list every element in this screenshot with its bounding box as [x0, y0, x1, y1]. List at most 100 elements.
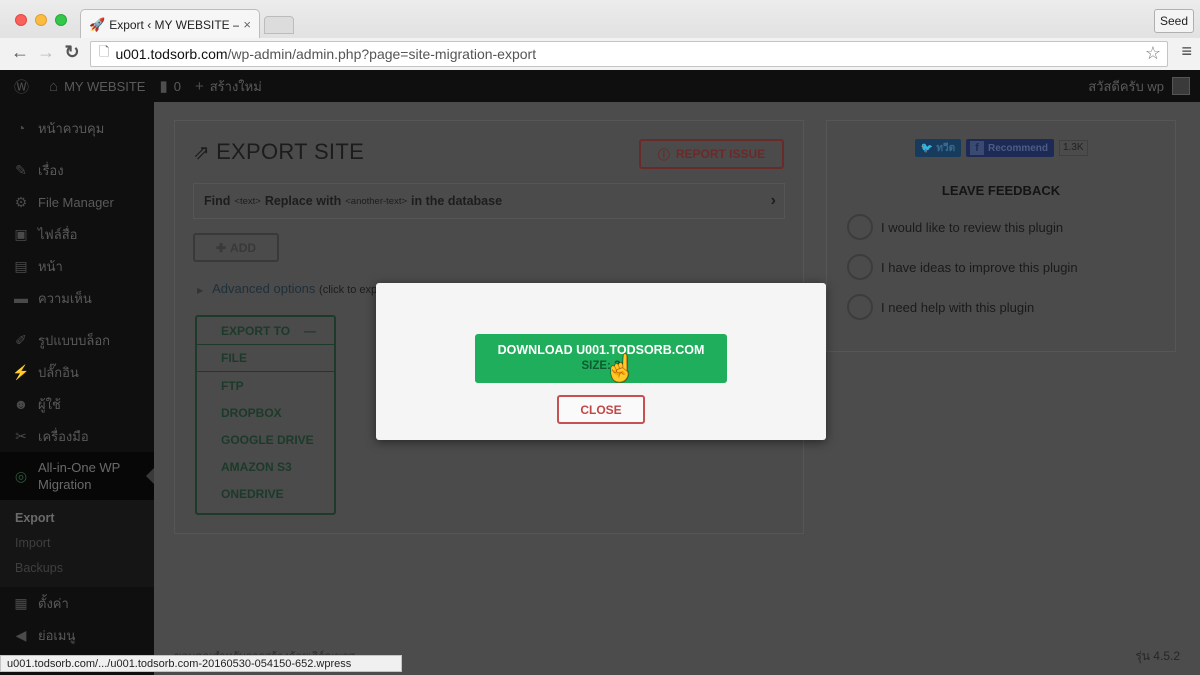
recommend-count: 1.3K [1059, 140, 1088, 156]
download-size: SIZE: 3 [581, 360, 621, 372]
site-name-link[interactable]: ⌂ MY WEBSITE [49, 78, 145, 95]
report-issue-button[interactable]: ⓘ REPORT ISSUE [639, 139, 784, 169]
download-button[interactable]: DOWNLOAD U001.TODSORB.COM SIZE: 3 [475, 334, 727, 383]
wordpress-icon: Ⓦ [14, 78, 30, 96]
rocket-icon: 🚀 [89, 16, 106, 32]
sidebar-item-pages[interactable]: ▤ หน้า [0, 250, 154, 282]
report-issue-label: REPORT ISSUE [675, 147, 766, 161]
sidebar-label: ไฟล์สื่อ [38, 226, 78, 242]
sidebar-label: ผู้ใช้ [38, 396, 61, 412]
profile-button[interactable]: Seed [1154, 9, 1194, 33]
sidebar-item-dashboard[interactable]: ◔ หน้าควบคุม [0, 112, 154, 144]
facebook-recommend-button[interactable]: f Recommend [966, 139, 1054, 157]
radio-button[interactable] [847, 214, 873, 240]
export-to-label: EXPORT TO [221, 323, 291, 338]
close-button[interactable]: CLOSE [557, 395, 645, 424]
tab-close-icon[interactable]: × [243, 17, 251, 32]
submenu-backups[interactable]: Backups [0, 556, 154, 581]
sidebar-label: หน้า [38, 258, 63, 274]
export-to-header[interactable]: EXPORT TO — [197, 317, 334, 345]
sidebar-item-users[interactable]: ☻ ผู้ใช้ [0, 388, 154, 420]
feedback-option-label: I have ideas to improve this plugin [881, 259, 1078, 275]
submenu-import[interactable]: Import [0, 531, 154, 556]
facebook-icon: f [970, 141, 984, 155]
collapse-icon: ◀ [15, 626, 27, 643]
new-tab-button[interactable] [264, 16, 294, 34]
pin-icon: ✎ [15, 161, 27, 178]
address-bar[interactable]: 🗋 u001.todsorb.com/wp-admin/admin.php?pa… [90, 41, 1168, 67]
new-content-link[interactable]: + สร้างใหม่ [195, 76, 262, 97]
sidebar-submenu: Export Import Backups [0, 500, 154, 587]
export-option-google-drive[interactable]: GOOGLE DRIVE [197, 426, 334, 453]
back-icon[interactable]: ← [10, 42, 30, 63]
feedback-panel: 🐦 ทวีต f Recommend 1.3K LEAVE FEEDBACK I w… [826, 120, 1176, 352]
export-to-dropdown: EXPORT TO — FILE FTP DROPBOX GOOGLE DRIVE… [195, 315, 336, 515]
sidebar-label: File Manager [38, 194, 114, 210]
sidebar-label: ปลั๊กอิน [38, 364, 79, 380]
feedback-option-help[interactable]: I need help with this plugin [847, 294, 1034, 320]
bookmark-star-icon[interactable]: ☆ [1145, 43, 1161, 64]
sidebar-item-collapse[interactable]: ◀ ย่อเมนู [0, 619, 154, 651]
close-window-button[interactable] [15, 14, 27, 26]
media-icon: ▣ [14, 225, 28, 242]
sidebar-label: ตั้งค่า [38, 595, 69, 611]
recommend-label: Recommend [988, 142, 1049, 154]
chevron-right-icon: › [770, 192, 776, 209]
sidebar-item-comments[interactable]: ▬ ความเห็น [0, 282, 154, 314]
find-replace-row[interactable]: Find <text> Replace with <another-text> … [193, 183, 785, 219]
page-title: ⇗ EXPORT SITE [193, 139, 364, 165]
reload-icon[interactable]: ↻ [62, 42, 82, 63]
export-option-onedrive[interactable]: ONEDRIVE [197, 480, 334, 507]
sidebar-item-media[interactable]: ▣ ไฟล์สื่อ [0, 218, 154, 250]
user-menu[interactable]: สวัสดีครับ wp [1088, 76, 1190, 97]
gear-icon: ⚙ [14, 193, 28, 210]
maximize-window-button[interactable] [55, 14, 67, 26]
browser-tab[interactable]: 🚀 Export ‹ MY WEBSITE — × [80, 9, 260, 39]
advanced-options-label: Advanced options [212, 281, 316, 296]
minimize-window-button[interactable] [35, 14, 47, 26]
replace-placeholder: <another-text> [345, 195, 408, 207]
sidebar-item-tools[interactable]: ✂ เครื่องมือ [0, 420, 154, 452]
sidebar-item-appearance[interactable]: ✐ รูปแบบบล็อก [0, 324, 154, 356]
alert-icon: ⓘ [657, 147, 670, 162]
feedback-title: LEAVE FEEDBACK [941, 183, 1061, 198]
sidebar-item-file-manager[interactable]: ⚙ File Manager [0, 186, 154, 218]
find-placeholder: <text> [234, 195, 261, 207]
footer-version: รุ่น 4.5.2 [1135, 649, 1180, 663]
add-button[interactable]: ✚ ADD [193, 233, 279, 262]
forward-icon[interactable]: → [36, 42, 56, 63]
plugin-icon: ⚡ [12, 363, 30, 380]
wp-admin-bar: Ⓦ ⌂ MY WEBSITE ▮ 0 + สร้างใหม่ สวัสดีครับ w… [0, 70, 1200, 102]
tweet-button[interactable]: 🐦 ทวีต [915, 139, 961, 157]
feedback-option-review[interactable]: I would like to review this plugin [847, 214, 1063, 240]
export-option-file[interactable]: FILE [197, 345, 334, 372]
menu-icon[interactable]: ≡ [1181, 41, 1192, 62]
submenu-export[interactable]: Export [0, 506, 154, 531]
feedback-option-ideas[interactable]: I have ideas to improve this plugin [847, 254, 1078, 280]
advanced-options-toggle[interactable]: ▶ Advanced options (click to expand) [197, 281, 399, 296]
comments-link[interactable]: ▮ 0 [159, 77, 181, 95]
sidebar-item-settings[interactable]: ▦ ตั้งค่า [0, 587, 154, 619]
user-icon: ☻ [13, 396, 29, 412]
download-modal: DOWNLOAD U001.TODSORB.COM SIZE: 3 ☝ CLOS… [376, 283, 826, 440]
admin-sidebar: ◔ หน้าควบคุม ✎ เรื่อง ⚙ File Manager ▣ ไฟล์ส… [0, 102, 154, 675]
dashboard-icon: ◔ [16, 120, 26, 136]
sidebar-item-plugins[interactable]: ⚡ ปลั๊กอิน [0, 356, 154, 388]
avatar [1172, 77, 1190, 95]
comment-icon: ▬ [14, 290, 28, 306]
comments-count: 0 [173, 78, 181, 94]
sidebar-label: ความเห็น [38, 290, 92, 306]
sidebar-item-posts[interactable]: ✎ เรื่อง [0, 154, 154, 186]
minus-icon: — [304, 323, 317, 338]
radio-button[interactable] [847, 294, 873, 320]
sidebar-label: หน้าควบคุม [38, 120, 105, 136]
export-option-ftp[interactable]: FTP [197, 372, 334, 399]
sidebar-item-all-in-one-wp-migration[interactable]: ◎ All-in-One WP Migration [0, 452, 154, 500]
export-option-amazon-s3[interactable]: AMAZON S3 [197, 453, 334, 480]
wp-logo[interactable]: Ⓦ [14, 76, 35, 97]
hand-cursor-icon: ☝ [604, 353, 637, 383]
export-option-dropbox[interactable]: DROPBOX [197, 399, 334, 426]
settings-icon: ▦ [14, 594, 28, 611]
link-status-bar: u001.todsorb.com/.../u001.todsorb.com-20… [0, 655, 402, 672]
radio-button[interactable] [847, 254, 873, 280]
